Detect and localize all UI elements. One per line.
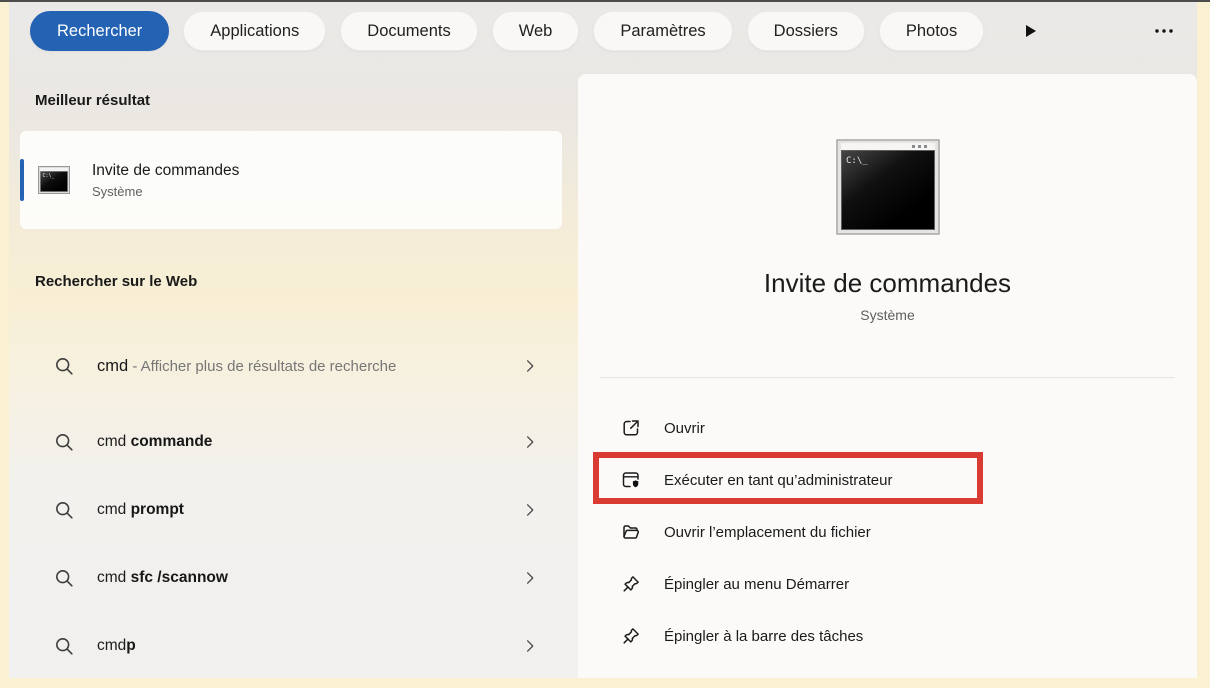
- selection-accent-bar: [20, 159, 24, 201]
- web-search-heading: Rechercher sur le Web: [35, 273, 562, 290]
- tab-web[interactable]: Web: [492, 11, 580, 51]
- preview-app-title: Invite de commandes: [764, 268, 1011, 299]
- suggestion-text: cmd prompt: [97, 495, 184, 525]
- action-label: Exécuter en tant qu’administrateur: [664, 472, 892, 489]
- cmd-terminal-icon-large: C:\_: [836, 139, 940, 240]
- context-actions-list: Ouvrir Exécuter en tant qu’administrateu…: [578, 402, 1197, 662]
- best-result-subtitle: Système: [92, 184, 239, 199]
- chevron-right-icon: [522, 638, 538, 654]
- action-label: Ouvrir l’emplacement du fichier: [664, 524, 871, 541]
- chevron-right-icon: [522, 434, 538, 450]
- tab-dossiers[interactable]: Dossiers: [747, 11, 865, 51]
- search-icon: [54, 432, 75, 453]
- web-suggestions-list: cmd - Afficher plus de résultats de rech…: [20, 324, 562, 680]
- preview-panel: C:\_ Invite de commandes Système: [578, 74, 1197, 678]
- best-result-heading: Meilleur résultat: [35, 92, 562, 109]
- pin-icon: [620, 574, 642, 594]
- search-results-area: Meilleur résultat C:\_: [9, 60, 1197, 678]
- tab-rechercher[interactable]: Rechercher: [30, 11, 169, 51]
- action-label: Épingler à la barre des tâches: [664, 628, 863, 645]
- web-suggestion-row[interactable]: cmd prompt: [20, 476, 562, 544]
- suggestion-text: cmd sfc /scannow: [97, 563, 228, 593]
- best-result-item[interactable]: C:\_ Invite de commandes Système: [20, 131, 562, 229]
- tab-photos[interactable]: Photos: [879, 11, 984, 51]
- divider: [600, 377, 1175, 378]
- web-suggestion-row[interactable]: cmdp: [20, 612, 562, 680]
- search-icon: [54, 356, 75, 377]
- action-run-as-admin[interactable]: Exécuter en tant qu’administrateur: [578, 454, 1197, 506]
- search-icon: [54, 500, 75, 521]
- suggestion-text: cmd commande: [97, 427, 212, 457]
- web-suggestion-row[interactable]: cmd commande: [20, 408, 562, 476]
- svg-text:C:\_: C:\_: [846, 156, 868, 166]
- search-filter-tabs: Rechercher Applications Documents Web Pa…: [9, 2, 1197, 60]
- chevron-right-icon: [522, 358, 538, 374]
- svg-text:C:\_: C:\_: [43, 173, 56, 179]
- search-icon: [54, 636, 75, 657]
- folder-icon: [620, 522, 642, 542]
- chevron-right-icon: [522, 570, 538, 586]
- web-suggestion-row[interactable]: cmd sfc /scannow: [20, 544, 562, 612]
- action-open[interactable]: Ouvrir: [578, 402, 1197, 454]
- chevron-right-icon: [522, 502, 538, 518]
- best-result-title: Invite de commandes: [92, 162, 239, 180]
- play-icon[interactable]: [1020, 21, 1040, 41]
- action-label: Épingler au menu Démarrer: [664, 576, 849, 593]
- screenshot-frame: Rechercher Applications Documents Web Pa…: [0, 0, 1210, 688]
- cmd-terminal-icon: C:\_: [38, 166, 70, 194]
- action-pin-to-start[interactable]: Épingler au menu Démarrer: [578, 558, 1197, 610]
- pin-icon: [620, 626, 642, 646]
- web-suggestion-row[interactable]: cmd - Afficher plus de résultats de rech…: [20, 324, 562, 408]
- search-icon: [54, 568, 75, 589]
- results-column: Meilleur résultat C:\_: [9, 60, 578, 678]
- tab-applications[interactable]: Applications: [183, 11, 326, 51]
- action-pin-to-taskbar[interactable]: Épingler à la barre des tâches: [578, 610, 1197, 662]
- suggestion-text: cmdp: [97, 631, 136, 661]
- tab-documents[interactable]: Documents: [340, 11, 477, 51]
- open-external-icon: [620, 418, 642, 438]
- preview-app-subtitle: Système: [860, 307, 914, 323]
- tab-parametres[interactable]: Paramètres: [593, 11, 732, 51]
- ellipsis-icon[interactable]: [1153, 21, 1175, 41]
- windows-search-flyout: Rechercher Applications Documents Web Pa…: [9, 2, 1197, 678]
- action-label: Ouvrir: [664, 420, 705, 437]
- suggestion-text: cmd - Afficher plus de résultats de rech…: [97, 351, 396, 382]
- admin-shield-icon: [620, 470, 642, 490]
- action-open-file-location[interactable]: Ouvrir l’emplacement du fichier: [578, 506, 1197, 558]
